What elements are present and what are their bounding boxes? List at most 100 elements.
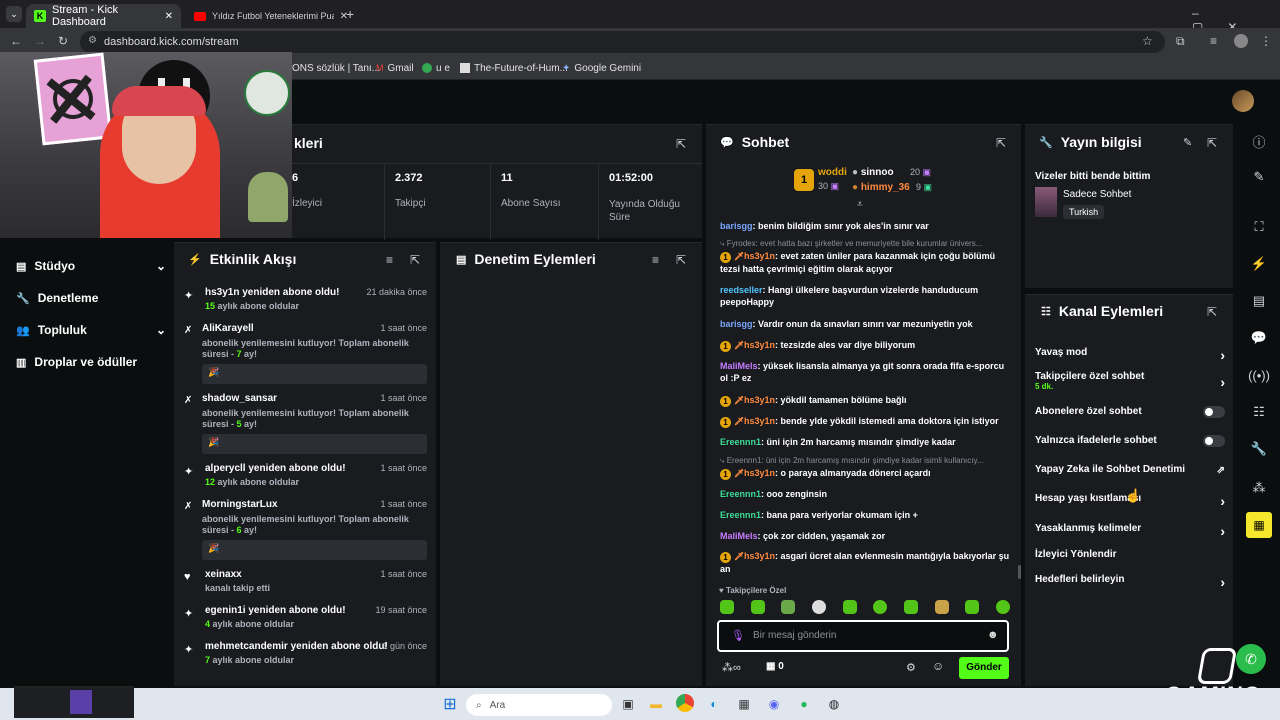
user-avatar[interactable] [1232, 90, 1254, 112]
discord-icon[interactable]: ◉ [764, 694, 784, 714]
bookmark-item[interactable]: u e [422, 56, 450, 80]
popout-icon[interactable]: ⇱ [676, 253, 686, 267]
reload-icon[interactable]: ↻ [58, 34, 68, 48]
close-icon[interactable]: ✕ [165, 11, 173, 22]
chrome-icon[interactable] [676, 694, 694, 712]
edit-icon[interactable]: ✎ [1238, 162, 1280, 192]
site-info-icon[interactable]: ⚙ [88, 35, 97, 46]
sidebar-item-community[interactable]: 👥 Topluluk ⌄ [16, 322, 166, 338]
filter-icon[interactable]: ≡ [652, 253, 659, 267]
chat-scrollbar[interactable] [1018, 565, 1021, 579]
wrench-icon[interactable]: 🔧 [1238, 434, 1280, 464]
emote-icon[interactable] [995, 600, 1010, 614]
send-button[interactable]: Gönder [959, 657, 1009, 679]
media-icon[interactable]: ≡ [1210, 34, 1217, 48]
reply-preview[interactable]: ⤷ Ereennn1: üni için 2m harcamış mısındı… [720, 455, 1010, 467]
chat-input[interactable]: 🎙 Bir mesaj gönderin ☻ [717, 620, 1009, 652]
list-icon[interactable]: ☷ [1238, 397, 1280, 427]
url-field[interactable]: ⚙ dashboard.kick.com/stream ☆ [80, 31, 1165, 53]
medal-icon: ● [852, 167, 859, 178]
emote-icon[interactable] [750, 600, 765, 614]
action-set-goals[interactable]: Hedefleri belirleyin › [1035, 574, 1225, 590]
emote-only-toggle[interactable] [1203, 435, 1225, 447]
settings-icon[interactable]: ⚙ [906, 661, 916, 674]
emote-picker-icon[interactable]: ☺ [932, 659, 944, 673]
reply-preview[interactable]: ⤷ Fyrodex: evet hatta bazı şirketler ve … [720, 238, 1010, 250]
task-view-icon[interactable]: ▣ [618, 694, 638, 714]
broadcast-icon[interactable]: ((•)) [1238, 360, 1280, 390]
info-icon[interactable]: ⓘ [1238, 126, 1280, 156]
profile-avatar[interactable] [1234, 34, 1248, 48]
infinity-icon[interactable]: ⁂∞ [722, 661, 741, 674]
channel-points[interactable]: ▦ 0 [766, 661, 784, 672]
store-icon[interactable]: ▦ [734, 694, 754, 714]
emote-icon[interactable] [934, 600, 949, 614]
sword-icon: 🗡 [734, 396, 745, 405]
forward-icon[interactable]: → [34, 34, 46, 48]
emote-icon[interactable] [965, 600, 980, 614]
emote-icon[interactable] [903, 600, 918, 614]
action-slow-mode[interactable]: Yavaş mod › [1035, 347, 1225, 363]
taskbar-search[interactable]: ⌕ Ara [466, 694, 612, 716]
popout-icon[interactable]: ⇱ [1207, 305, 1217, 319]
edit-icon[interactable]: ✎ [1183, 136, 1192, 149]
edge-icon[interactable]: ◐ [704, 694, 724, 714]
heart-icon: ♥ [719, 586, 724, 595]
action-banned-words[interactable]: Yasaklanmış kelimeler › [1035, 523, 1225, 539]
gift-icon: ✗ [184, 395, 193, 406]
extensions-icon[interactable]: ⧉ [1176, 34, 1185, 49]
browser-tab-strip: ⌄ K Stream - Kick Dashboard ✕ Yıldız Fut… [0, 0, 1280, 34]
emote-icon[interactable] [842, 600, 857, 614]
emote-icon[interactable] [811, 600, 826, 614]
bookmark-item[interactable]: The-Future-of-Hum... [460, 56, 568, 80]
action-raid[interactable]: İzleyici Yönlendir [1035, 549, 1225, 565]
action-followers-only[interactable]: Takipçilere özel sohbet 5 dk. › [1035, 371, 1225, 393]
emoji-icon[interactable]: ☻ [987, 629, 999, 641]
clapper-icon[interactable]: ▦ [1246, 512, 1272, 538]
emote-icon[interactable] [781, 600, 796, 614]
popout-icon[interactable]: ⇱ [996, 136, 1006, 150]
lightning-icon[interactable]: ⚡ [1238, 249, 1280, 279]
expand-leaders-icon[interactable]: ⩡ [857, 199, 863, 210]
sidebar-item-studio[interactable]: ▤ Stüdyo ⌄ [16, 258, 166, 274]
obs-icon[interactable]: ◍ [824, 694, 844, 714]
star-icon[interactable]: ☆ [1142, 34, 1153, 48]
sidebar-item-moderation[interactable]: 🔧 Denetleme [16, 290, 166, 306]
tab-list-icon[interactable]: ⌄ [6, 6, 22, 22]
popout-icon[interactable]: ⇱ [676, 137, 686, 151]
sidebar-item-drops[interactable]: ▥ Droplar ve ödüller [16, 354, 166, 370]
bookmark-item[interactable]: ONS sözlük | Tanı... [292, 56, 380, 80]
leader-name: woddi [818, 167, 847, 178]
category-name[interactable]: Sadece Sohbet [1063, 189, 1131, 200]
chevron-right-icon: › [1220, 574, 1225, 590]
browser-tab-youtube[interactable]: Yıldız Futbol Yeteneklerimi Pua... ✕ [186, 4, 356, 28]
community-icon[interactable]: ⁂ [1238, 473, 1280, 503]
bookmark-item[interactable]: M Gmail [376, 56, 414, 80]
popout-icon[interactable]: ⇱ [1207, 136, 1217, 150]
back-icon[interactable]: ← [10, 34, 22, 48]
emote-icon[interactable] [873, 600, 888, 614]
chat-message: Ereennn1: bana para veriyorlar okumam iç… [720, 510, 918, 520]
folder-icon[interactable]: ▬ [646, 694, 666, 714]
chat-bubble-icon[interactable]: 💬 [1238, 323, 1280, 353]
spotify-icon[interactable]: ● [794, 694, 814, 714]
leader-count: 9 ▣ [916, 182, 933, 192]
popout-icon[interactable]: ⇱ [410, 253, 420, 267]
menu-icon[interactable]: ⋮ [1260, 34, 1272, 48]
wrench-icon: 🔧 [16, 292, 30, 305]
action-ai-moderation[interactable]: Yapay Zeka ile Sohbet Denetimi ⇗ [1035, 464, 1225, 480]
browser-tab-kick[interactable]: K Stream - Kick Dashboard ✕ [26, 4, 181, 28]
action-subscribers-only: Abonelere özel sohbet [1035, 406, 1225, 422]
document-icon[interactable]: ▤ [1238, 286, 1280, 316]
new-tab-icon[interactable]: + [346, 6, 354, 22]
subscribers-only-toggle[interactable] [1203, 406, 1225, 418]
filter-icon[interactable]: ≡ [386, 253, 393, 267]
gift-icon: ✗ [184, 501, 193, 512]
fullscreen-icon[interactable]: ⛶ [1238, 212, 1280, 242]
windows-start-icon[interactable]: ⊞ [440, 694, 460, 714]
sword-icon: 🗡 [734, 341, 745, 350]
emote-icon[interactable] [720, 600, 734, 614]
microphone-icon[interactable]: 🎙 [731, 629, 745, 642]
bookmark-item[interactable]: ✦ Google Gemini [562, 56, 641, 80]
globe-icon [422, 63, 432, 73]
